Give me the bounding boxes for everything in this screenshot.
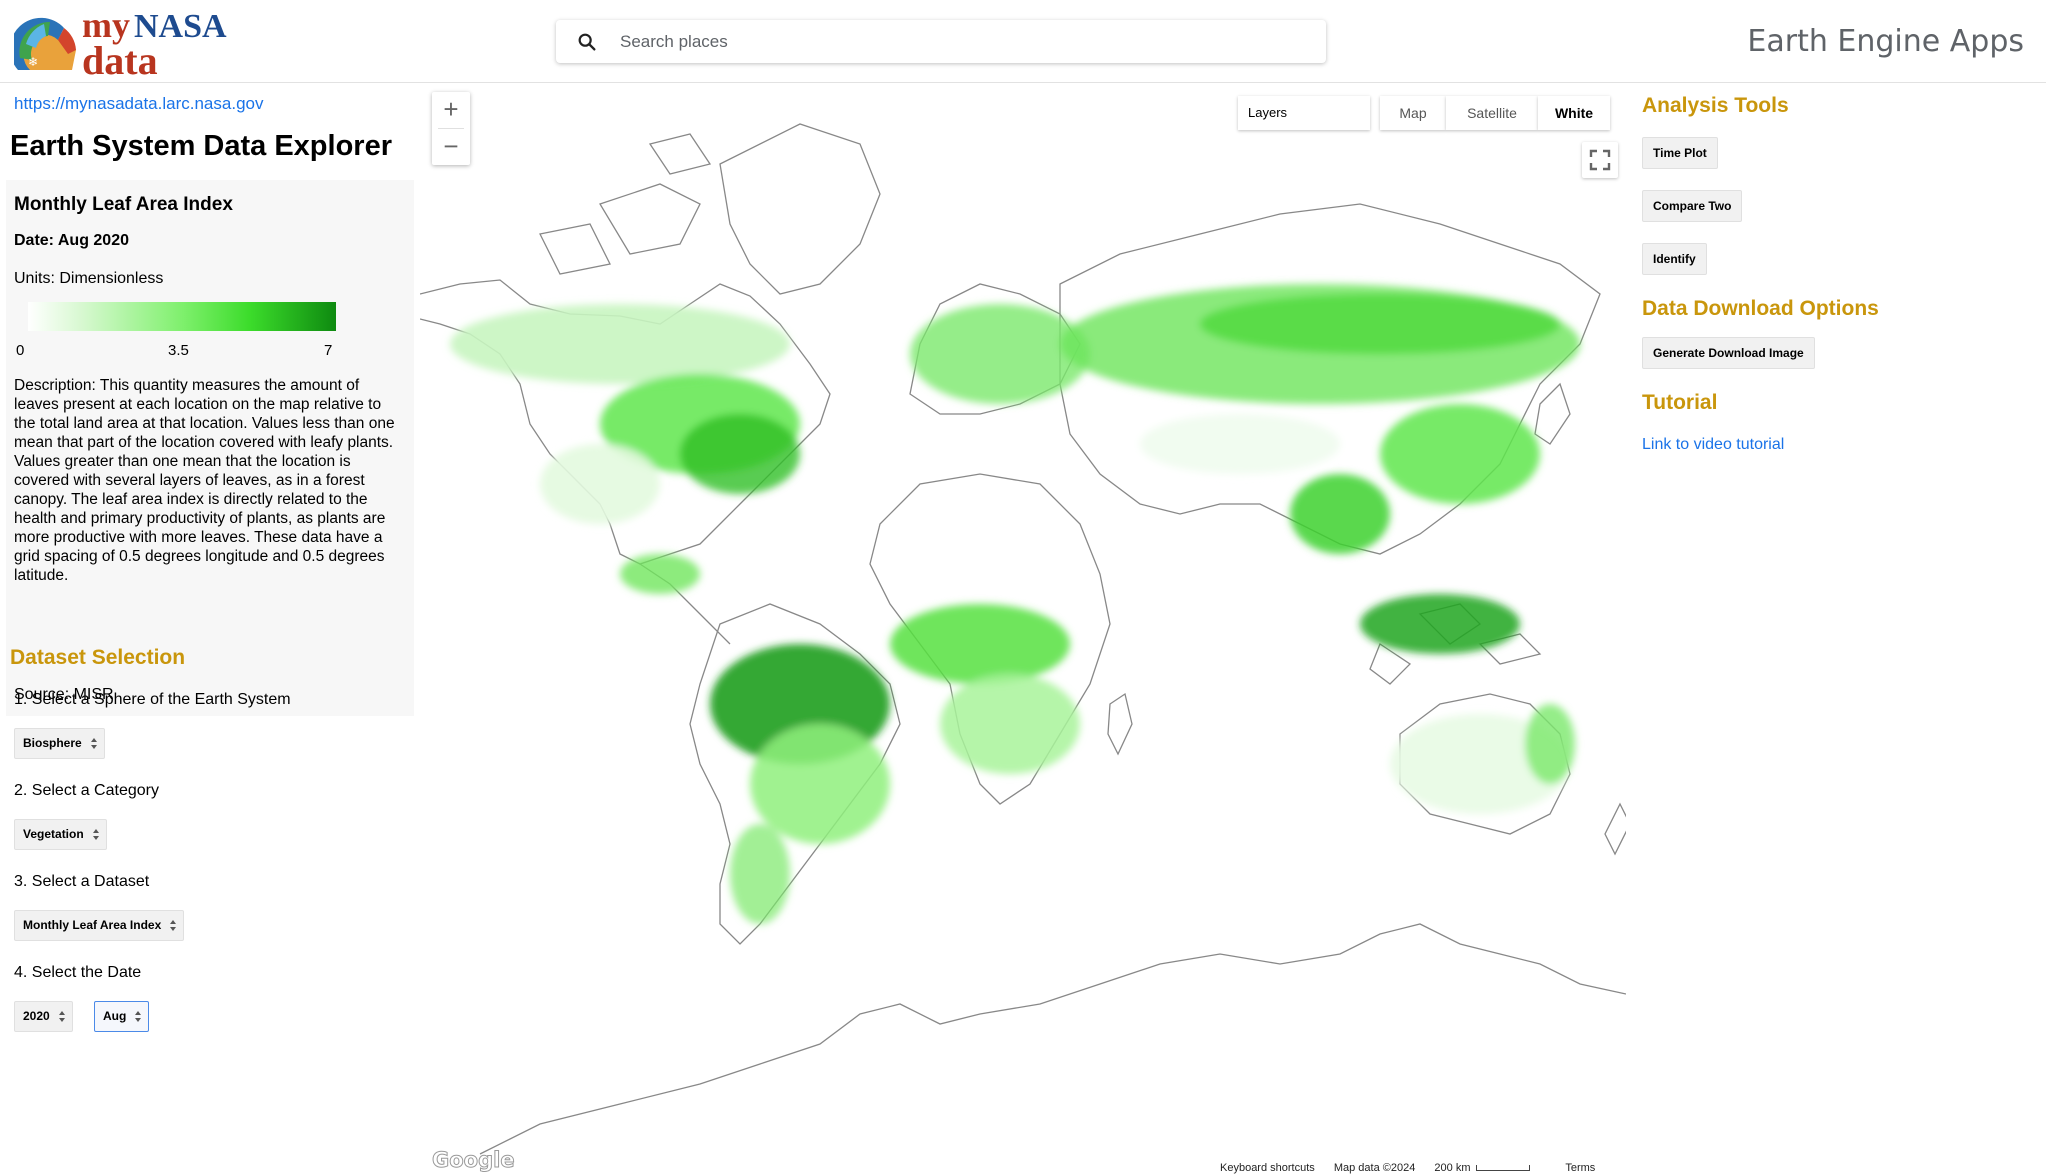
year-select-value: 2020: [23, 1009, 50, 1023]
fullscreen-icon: [1589, 149, 1611, 171]
compare-two-button[interactable]: Compare Two: [1642, 190, 1743, 222]
map-attribution: Keyboard shortcuts Map data ©2024 200 km…: [1220, 1162, 1612, 1175]
dataset-description: Description: This quantity measures the …: [14, 377, 395, 584]
legend-color-bar: [28, 302, 336, 331]
select-arrows-icon: [170, 920, 177, 931]
scale-indicator[interactable]: 200 km: [1434, 1162, 1546, 1174]
dataset-select-value: Monthly Leaf Area Index: [23, 918, 162, 932]
legend-max-label: 7: [324, 342, 333, 359]
dataset-date: Date: Aug 2020: [14, 232, 129, 249]
search-input[interactable]: [620, 26, 1300, 57]
fullscreen-button[interactable]: [1582, 142, 1618, 178]
dataset-info-card: Monthly Leaf Area Index Date: Aug 2020 U…: [6, 180, 414, 716]
search-box[interactable]: [556, 20, 1326, 63]
map-canvas[interactable]: + − Layers Map Satellite White Google Ke…: [420, 84, 1626, 1175]
map-type-map[interactable]: Map: [1380, 96, 1446, 130]
select-arrows-icon: [92, 829, 99, 840]
tutorial-title: Tutorial: [1642, 391, 1718, 414]
keyboard-shortcuts-link[interactable]: Keyboard shortcuts: [1220, 1162, 1315, 1174]
legend-mid-label: 3.5: [168, 342, 189, 359]
map-type-satellite[interactable]: Satellite: [1446, 96, 1538, 130]
layers-button[interactable]: Layers: [1238, 96, 1370, 130]
dataset-select[interactable]: Monthly Leaf Area Index: [14, 910, 185, 941]
mynasadata-site-link[interactable]: https://mynasadata.larc.nasa.gov: [14, 94, 263, 114]
category-select-value: Vegetation: [23, 827, 84, 841]
map-data-credit: Map data ©2024: [1333, 1162, 1416, 1174]
antarctica-outline: [479, 923, 1626, 1155]
identify-button[interactable]: Identify: [1642, 243, 1707, 275]
left-panel: https://mynasadata.larc.nasa.gov Earth S…: [0, 84, 420, 1175]
dataset-title: Monthly Leaf Area Index: [14, 194, 233, 215]
sphere-select-value: Biosphere: [23, 736, 82, 750]
scale-label: 200 km: [1434, 1162, 1471, 1174]
leaf-area-index-layer: [450, 284, 1580, 924]
greenland-outline: [719, 123, 881, 295]
step3-label: 3. Select a Dataset: [14, 873, 150, 890]
select-arrows-icon: [135, 1011, 142, 1022]
legend-min-label: 0: [16, 342, 25, 359]
zoom-out-button[interactable]: −: [432, 129, 470, 165]
data-download-title: Data Download Options: [1642, 297, 1879, 320]
month-select[interactable]: Aug: [94, 1001, 150, 1032]
map-type-white[interactable]: White: [1538, 96, 1610, 130]
zoom-control: + −: [432, 92, 470, 165]
video-tutorial-link[interactable]: Link to video tutorial: [1642, 436, 1784, 454]
select-arrows-icon: [90, 738, 97, 749]
google-logo: Google: [432, 1148, 516, 1173]
logo-wordmark: my NASA data: [82, 7, 227, 83]
category-select[interactable]: Vegetation: [14, 819, 107, 850]
zoom-in-button[interactable]: +: [432, 92, 470, 128]
app-header: ❄ my NASA data Earth Engine Apps: [0, 0, 2046, 83]
dataset-selection-title: Dataset Selection: [10, 646, 186, 669]
step2-label: 2. Select a Category: [14, 782, 159, 799]
sphere-select[interactable]: Biosphere: [14, 728, 105, 759]
app-title: Earth System Data Explorer: [10, 130, 392, 162]
scale-bar-icon: [1476, 1165, 1531, 1172]
right-panel: Analysis Tools Time Plot Compare Two Ide…: [1626, 84, 2046, 1175]
globe-logo-icon: ❄: [14, 17, 76, 70]
world-leaf-area-map[interactable]: [420, 84, 1626, 1175]
logo-data: data: [82, 38, 158, 83]
time-plot-button[interactable]: Time Plot: [1642, 137, 1718, 169]
terms-link[interactable]: Terms: [1565, 1162, 1595, 1174]
step4-label: 4. Select the Date: [14, 964, 142, 981]
year-select[interactable]: 2020: [14, 1001, 73, 1032]
dataset-units: Units: Dimensionless: [14, 270, 164, 287]
search-icon[interactable]: [576, 31, 598, 53]
earth-engine-apps-brand: Earth Engine Apps: [1747, 24, 2024, 59]
select-arrows-icon: [58, 1011, 65, 1022]
step1-label: 1. Select a Sphere of the Earth System: [14, 691, 291, 708]
generate-download-image-button[interactable]: Generate Download Image: [1642, 337, 1815, 369]
svg-text:❄: ❄: [28, 55, 38, 69]
month-select-value: Aug: [103, 1009, 127, 1023]
mynasadata-logo[interactable]: ❄ my NASA data: [14, 7, 234, 83]
analysis-tools-title: Analysis Tools: [1642, 94, 1789, 117]
